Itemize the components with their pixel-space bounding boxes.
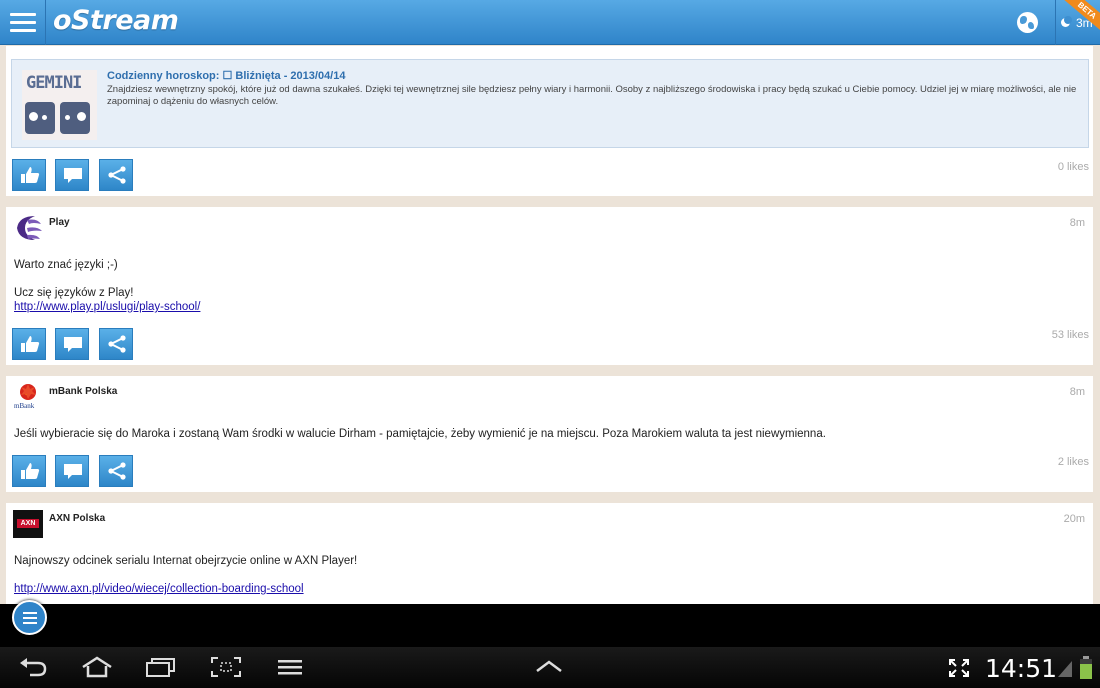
flower-icon <box>20 384 36 400</box>
post-text: Jeśli wybieracie się do Maroka i zostaną… <box>14 428 826 440</box>
twin-face-left <box>25 102 55 134</box>
gemini-image-title: GEMINI <box>26 73 82 93</box>
home-icon[interactable] <box>80 656 114 678</box>
moon-icon <box>1061 16 1072 27</box>
like-count: 2 likes <box>1057 456 1089 468</box>
signal-icon <box>1058 661 1072 677</box>
horoscope-box[interactable]: GEMINI Codzienny horoskop: ☐ Bliźnięta -… <box>11 59 1089 148</box>
comment-icon <box>64 168 82 183</box>
feed[interactable]: GEMINI Codzienny horoskop: ☐ Bliźnięta -… <box>0 46 1100 604</box>
menu-icon[interactable] <box>277 658 303 676</box>
post-text: Ucz się języków z Play! <box>14 287 134 299</box>
mbank-logo-avatar[interactable]: mBank <box>13 383 43 411</box>
recent-apps-icon[interactable] <box>145 657 177 677</box>
post-age: 8m <box>1069 386 1085 398</box>
like-button[interactable] <box>12 328 46 360</box>
share-icon <box>108 166 126 184</box>
comment-button[interactable] <box>55 159 89 191</box>
thumbs-up-icon <box>21 336 40 352</box>
globe-icon[interactable] <box>1017 12 1038 33</box>
comment-icon <box>64 464 82 479</box>
horoscope-body: Znajdziesz wewnętrzny spokój, które już … <box>107 84 1077 107</box>
axn-wordmark: AXN <box>17 519 39 528</box>
horoscope-heading[interactable]: Codzienny horoskop: ☐ Bliźnięta - 2013/0… <box>107 69 345 82</box>
share-button[interactable] <box>99 159 133 191</box>
horoscope-card: GEMINI Codzienny horoskop: ☐ Bliźnięta -… <box>6 46 1093 196</box>
status-clock: 14:51 <box>985 654 1058 683</box>
share-button[interactable] <box>99 455 133 487</box>
post-card: Play 8m Warto znać języki ;-) Ucz się ję… <box>6 207 1093 365</box>
refresh-button[interactable]: 3m BETA <box>1055 0 1100 45</box>
app-header: oStream 3m BETA <box>0 0 1100 45</box>
screenshot-icon[interactable] <box>210 656 242 678</box>
post-text: Najnowszy odcinek serialu Internat obejr… <box>14 555 358 567</box>
like-button[interactable] <box>12 159 46 191</box>
post-author[interactable]: AXN Polska <box>49 513 105 524</box>
system-navbar <box>0 647 1100 688</box>
thumbs-up-icon <box>21 463 40 479</box>
post-link[interactable]: http://www.axn.pl/video/wiecej/collectio… <box>14 583 304 595</box>
post-card: AXN AXN Polska 20m Najnowszy odcinek ser… <box>6 503 1093 604</box>
like-count: 53 likes <box>1051 329 1089 341</box>
comment-button[interactable] <box>55 328 89 360</box>
thumbs-up-icon <box>21 167 40 183</box>
mbank-wordmark: mBank <box>14 402 35 410</box>
share-icon <box>108 335 126 353</box>
like-button[interactable] <box>12 455 46 487</box>
post-author[interactable]: mBank Polska <box>49 386 117 397</box>
comment-button[interactable] <box>55 455 89 487</box>
bottom-strip <box>0 604 1100 647</box>
share-icon <box>108 462 126 480</box>
app-logo: oStream <box>53 5 179 36</box>
post-author[interactable]: Play <box>49 217 70 228</box>
post-age: 8m <box>1069 217 1085 229</box>
menu-icon[interactable] <box>0 0 46 45</box>
chevron-up-icon[interactable] <box>535 659 563 673</box>
compose-button[interactable] <box>12 600 47 635</box>
play-logo-avatar[interactable] <box>13 214 43 242</box>
gemini-image: GEMINI <box>22 70 97 140</box>
axn-logo-avatar[interactable]: AXN <box>13 510 43 538</box>
expand-icon[interactable] <box>948 658 970 678</box>
twin-face-right <box>60 102 90 134</box>
post-link[interactable]: http://www.play.pl/uslugi/play-school/ <box>14 301 200 313</box>
post-card: mBank mBank Polska 8m Jeśli wybieracie s… <box>6 376 1093 492</box>
like-count: 0 likes <box>1057 161 1089 173</box>
post-age: 20m <box>1063 513 1085 525</box>
comment-icon <box>64 337 82 352</box>
post-text: Warto znać języki ;-) <box>14 259 118 271</box>
battery-icon <box>1080 656 1092 679</box>
share-button[interactable] <box>99 328 133 360</box>
back-icon[interactable] <box>18 657 48 677</box>
